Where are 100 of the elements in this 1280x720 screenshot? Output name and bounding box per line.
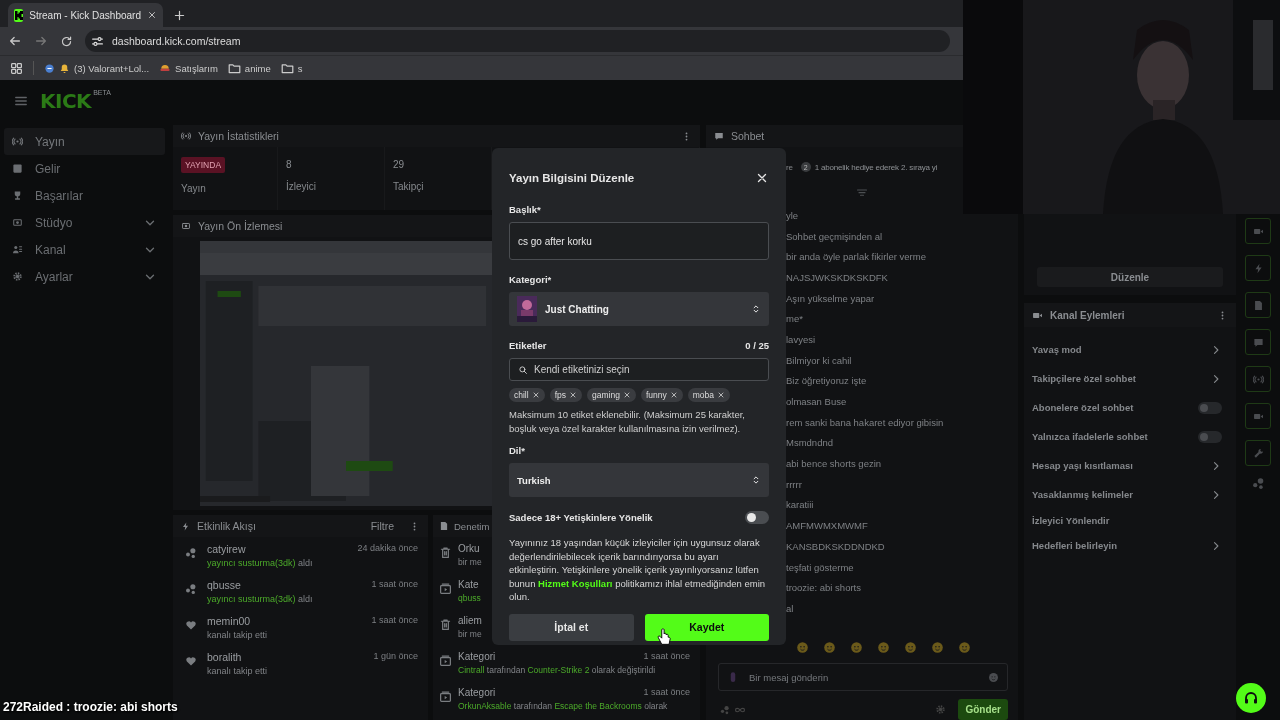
bolt-icon <box>181 521 190 531</box>
tag-chip[interactable]: moba <box>687 388 730 402</box>
emote-icon <box>850 641 863 654</box>
hand-cursor-icon <box>655 627 673 646</box>
chat-message: abi bence shorts gezin <box>786 457 883 472</box>
sidebar-item[interactable]: Gelir <box>4 155 165 182</box>
kick-logo[interactable]: KICK <box>40 89 92 113</box>
chat-icon <box>1252 336 1264 348</box>
rail-button[interactable] <box>1245 255 1271 281</box>
sidebar-item[interactable]: Stüdyo <box>4 209 165 236</box>
wrench-icon <box>1252 447 1264 459</box>
chat-message: bir anda öyle parlak fikirler verme <box>786 250 927 265</box>
video-icon <box>439 654 452 667</box>
rail-button[interactable] <box>1245 218 1271 244</box>
rail-button[interactable] <box>1245 366 1271 392</box>
sidebar-item[interactable]: Ayarlar <box>4 263 165 290</box>
event-time: 1 saat önce <box>371 579 418 591</box>
tag-chip[interactable]: funny <box>640 388 683 402</box>
action-label[interactable]: İzleyici Yönlendir <box>1032 514 1110 526</box>
new-tab-icon[interactable] <box>173 8 186 22</box>
menu-icon[interactable] <box>14 94 28 108</box>
users-icon <box>12 244 23 255</box>
emote-icon <box>958 641 971 654</box>
bookmark-link[interactable]: (3) Valorant+Lol... <box>74 62 150 74</box>
broadcast-icon <box>181 131 191 141</box>
sidebar-item[interactable]: Başarılar <box>4 182 165 209</box>
sort-icon <box>751 475 761 485</box>
video-icon <box>439 582 452 595</box>
category-select[interactable]: Just Chatting <box>509 292 769 326</box>
log-detail: qbuss <box>458 593 481 603</box>
language-select[interactable]: Turkish <box>509 463 769 497</box>
action-label[interactable]: Hedefleri belirleyin <box>1032 540 1117 551</box>
pinned-message: 1 abonelik hediye ederek 2. sıraya yi <box>814 162 938 172</box>
broadcast-icon <box>1252 373 1264 385</box>
adult-toggle[interactable] <box>745 511 769 524</box>
emote-icon <box>904 641 917 654</box>
close-icon[interactable] <box>755 171 769 185</box>
forward-icon[interactable] <box>34 34 48 48</box>
chat-message: Bilmiyor ki cahil <box>786 353 853 368</box>
chat-message: KANSBDKSKDDNDKD <box>786 539 886 554</box>
dots-icon[interactable] <box>1251 477 1265 490</box>
send-button[interactable]: Gönder <box>958 699 1008 720</box>
message-input[interactable]: Bir mesaj gönderin <box>718 663 1008 691</box>
rail-button[interactable] <box>1245 292 1271 318</box>
username[interactable]: catyirew <box>207 543 246 555</box>
bookmark-link[interactable]: s <box>297 62 303 74</box>
tag-search-field[interactable]: Kendi etiketinizi seçin <box>509 358 769 381</box>
action-label[interactable]: Takipçilere özel sohbet <box>1032 373 1136 384</box>
remove-icon <box>669 391 678 399</box>
username[interactable]: boralith <box>207 651 242 663</box>
tag-chip[interactable]: chill <box>509 388 545 402</box>
reload-icon[interactable] <box>60 34 73 48</box>
toggle-switch[interactable] <box>1198 430 1222 443</box>
emote-icon <box>796 641 809 654</box>
action-label[interactable]: Abonelere özel sohbet <box>1032 402 1134 413</box>
tag-count: 0 / 25 <box>745 340 769 351</box>
action-label[interactable]: Yasaklanmış kelimeler <box>1032 489 1133 500</box>
tag-chip[interactable]: fps <box>549 388 582 402</box>
settings-icon[interactable] <box>935 704 947 715</box>
remove-icon <box>716 391 725 399</box>
action-label[interactable]: Yalnızca ifadelerle sohbet <box>1032 431 1148 442</box>
bookmark-link[interactable]: Satışlarım <box>175 62 218 74</box>
emoji-icon[interactable] <box>988 671 999 683</box>
username[interactable]: memin00 <box>207 615 251 627</box>
browser-tab[interactable]: Stream - Kick Dashboard <box>8 3 163 27</box>
site-settings-icon <box>91 34 104 48</box>
remove-icon <box>622 391 631 399</box>
back-icon[interactable] <box>8 34 22 48</box>
username[interactable]: qbusse <box>207 579 241 591</box>
rail-button[interactable] <box>1245 440 1271 466</box>
chat-message: rem sanki bana hakaret ediyor gibisin <box>786 415 945 430</box>
support-button[interactable] <box>1236 683 1266 713</box>
sidebar-item[interactable]: Yayın <box>4 128 165 155</box>
cancel-button[interactable]: İptal et <box>509 613 634 641</box>
action-label[interactable]: Yavaş mod <box>1032 344 1082 355</box>
action-label[interactable]: Hesap yaşı kısıtlaması <box>1032 460 1133 471</box>
stat-value: 8 <box>286 157 293 171</box>
rail-button[interactable] <box>1245 403 1271 429</box>
chat-message: lavyesi <box>786 332 817 347</box>
edit-button[interactable]: Düzenle <box>1037 267 1223 287</box>
chat-message: al <box>786 601 795 616</box>
apps-icon[interactable] <box>10 61 23 75</box>
rail-button[interactable] <box>1245 329 1271 355</box>
close-tab-icon[interactable] <box>147 10 157 20</box>
chat-message: Sohbet geçmişinden al <box>786 229 884 244</box>
bookmark-link[interactable]: anime <box>244 62 271 74</box>
address-bar[interactable]: dashboard.kick.com/stream <box>85 30 950 52</box>
chat-message: troozie: abi shorts <box>786 581 862 596</box>
filter-icon[interactable] <box>856 187 868 199</box>
headset-icon <box>1243 690 1259 706</box>
filter-button[interactable]: Filtre <box>370 520 394 532</box>
event-detail: kanalı takip etti <box>207 630 268 640</box>
title-field[interactable]: cs go after korku <box>509 222 769 260</box>
save-button[interactable]: Kaydet <box>644 613 769 641</box>
tag-chip[interactable]: gaming <box>587 388 636 402</box>
toggle-switch[interactable] <box>1198 401 1222 414</box>
terms-link[interactable]: Hizmet Koşulları <box>538 577 613 589</box>
toggle-label: Sadece 18+ Yetişkinlere Yönelik <box>509 512 653 523</box>
sort-icon <box>751 304 761 314</box>
sidebar-item[interactable]: Kanal <box>4 236 165 263</box>
